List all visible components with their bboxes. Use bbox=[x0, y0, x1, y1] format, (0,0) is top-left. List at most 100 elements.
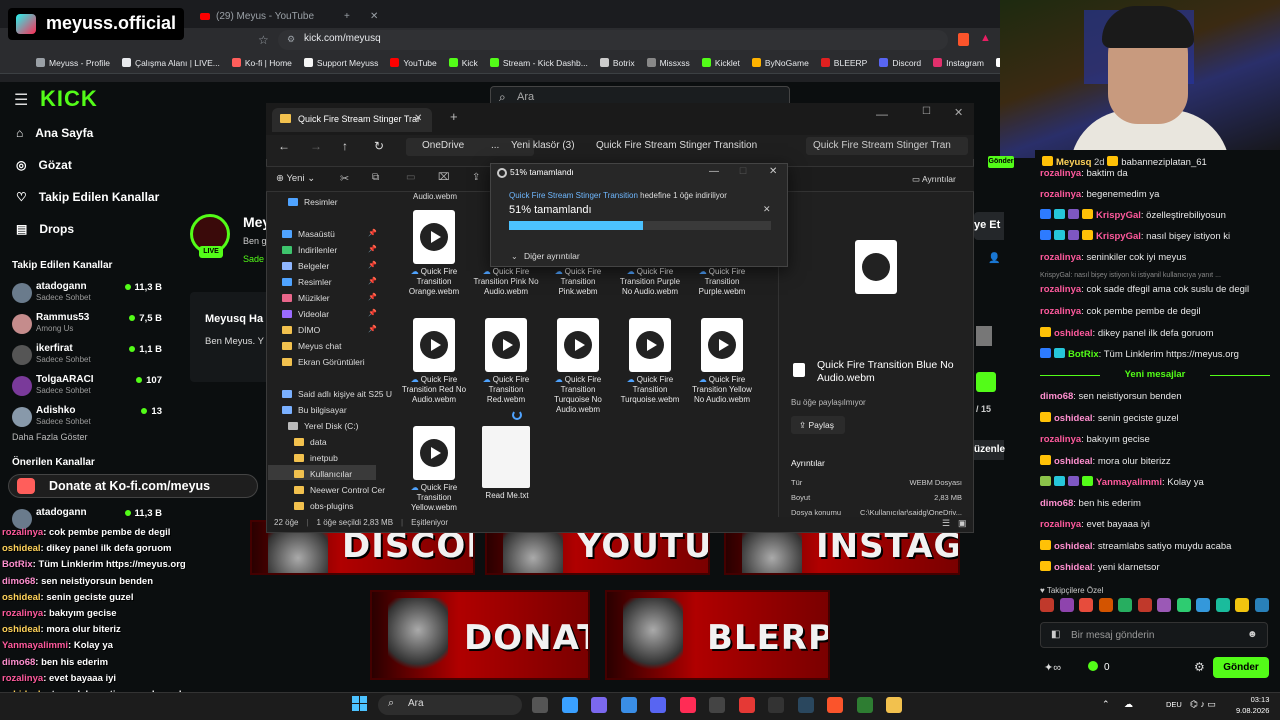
windows-start-icon[interactable] bbox=[352, 696, 368, 712]
taskbar-app-icon[interactable] bbox=[886, 697, 902, 713]
nav-home[interactable]: ⌂ Ana Sayfa bbox=[16, 126, 93, 140]
network-icon[interactable]: ⌬ ♪ ▭ bbox=[1190, 699, 1216, 710]
bookmark-item[interactable]: Meyuss - Profile bbox=[30, 58, 116, 68]
tree-item[interactable]: Ekran Görüntüleri bbox=[282, 357, 365, 367]
details-button[interactable]: ▭ Ayrıntılar bbox=[912, 174, 956, 185]
bookmark-item[interactable]: Support Meyuss bbox=[298, 58, 384, 68]
input-language[interactable]: DEU bbox=[1166, 700, 1182, 709]
chat-username[interactable]: oshideal bbox=[1054, 456, 1093, 467]
followed-channel[interactable]: Adishko Sadece Sohbet 13 bbox=[12, 405, 162, 433]
chat-username[interactable]: dimo68 bbox=[1040, 498, 1073, 509]
taskbar-app-icon[interactable] bbox=[797, 697, 814, 713]
chat-username[interactable]: Meyusq bbox=[1056, 157, 1091, 168]
emote-icon[interactable] bbox=[1098, 598, 1113, 612]
bookmark-item[interactable]: Ko-fi | Home bbox=[226, 58, 298, 68]
more-details-button[interactable]: Diğer ayrıntılar bbox=[512, 251, 580, 261]
bookmark-item[interactable]: Stream - Kick Dashb... bbox=[484, 58, 594, 68]
rename-icon[interactable]: ⌧ bbox=[438, 172, 450, 183]
bookmark-item[interactable]: BLEERP bbox=[815, 58, 874, 68]
chat-username[interactable]: rozalinya bbox=[1040, 168, 1081, 179]
pin-icon[interactable]: 📌 bbox=[368, 293, 377, 301]
clock[interactable]: 03:13 9.08.2026 bbox=[1236, 694, 1269, 716]
chat-username[interactable]: KrispyGal bbox=[1096, 210, 1141, 221]
chat-username[interactable]: babanneziplatan_61 bbox=[1121, 157, 1207, 168]
pin-icon[interactable]: 📌 bbox=[368, 277, 377, 285]
cancel-icon[interactable]: ✕ bbox=[763, 204, 771, 215]
followed-channel[interactable]: ikerfirat Sadece Sohbet 1,1 B bbox=[12, 343, 162, 371]
pin-icon[interactable]: 📌 bbox=[368, 261, 377, 269]
chat-username[interactable]: rozalinya bbox=[1040, 306, 1081, 317]
tree-item[interactable]: Said adlı kişiye ait S25 U bbox=[282, 389, 392, 399]
pin-icon[interactable]: 📌 bbox=[368, 229, 377, 237]
pin-icon[interactable]: 📌 bbox=[368, 245, 377, 253]
emote-icon[interactable] bbox=[1254, 598, 1269, 612]
nav-following[interactable]: ♡ Takip Edilen Kanallar bbox=[16, 190, 159, 204]
file-item[interactable]: ☁ Quick Fire Transition Red No Audio.webm bbox=[401, 318, 467, 405]
bookmark-item[interactable]: YouTube bbox=[384, 58, 442, 68]
file-item[interactable]: Read Me.txt bbox=[473, 426, 539, 501]
back-arrow-icon[interactable]: ← bbox=[278, 139, 290, 153]
bookmark-item[interactable]: Missxss bbox=[641, 58, 696, 68]
explorer-tab[interactable]: Quick Fire Stream Stinger Trar ✕ bbox=[272, 108, 432, 132]
file-item[interactable]: ☁ Quick Fire Transition Turquoise No Audi… bbox=[545, 318, 611, 415]
emote-icon[interactable] bbox=[1235, 598, 1249, 612]
chat-username[interactable]: oshideal bbox=[1054, 328, 1093, 339]
tree-item[interactable]: Müzikler bbox=[282, 293, 330, 303]
grid-view-icon[interactable]: ▣ bbox=[958, 518, 967, 529]
copy-icon[interactable]: ⧉ bbox=[372, 172, 379, 183]
emote-icon[interactable] bbox=[1157, 598, 1171, 612]
nav-drops[interactable]: ▤ Drops bbox=[16, 222, 74, 236]
emote-icon[interactable] bbox=[1059, 598, 1074, 612]
tree-item[interactable]: Masaüstü bbox=[282, 229, 335, 239]
send-button[interactable]: Gönder bbox=[1213, 657, 1269, 678]
emote-icon[interactable] bbox=[1196, 598, 1210, 612]
infinity-icon[interactable]: ✦∞ bbox=[1044, 661, 1061, 674]
chat-username[interactable]: BotRix bbox=[1068, 349, 1099, 360]
taskbar-app-icon[interactable] bbox=[561, 697, 578, 713]
bookmark-star-icon[interactable]: ☆ bbox=[258, 33, 269, 47]
chat-username[interactable]: Yanmayalimmi bbox=[1096, 477, 1162, 488]
taskbar-app-icon[interactable] bbox=[650, 697, 666, 713]
tree-item[interactable]: inetpub bbox=[294, 453, 338, 463]
tree-item[interactable]: Yerel Disk (C:) bbox=[288, 421, 358, 431]
kick-logo[interactable]: KICK bbox=[40, 86, 98, 112]
emoji-icon[interactable]: ☻ bbox=[1247, 629, 1258, 640]
points-display[interactable]: 0 bbox=[1088, 661, 1110, 673]
chat-username[interactable]: oshideal bbox=[1054, 541, 1093, 552]
share-button[interactable]: ⇪ Paylaş bbox=[791, 416, 845, 434]
paste-icon[interactable]: ▭ bbox=[406, 172, 415, 183]
followed-channel[interactable]: Rammus53 Among Us 7,5 B bbox=[12, 312, 162, 340]
taskbar-app-icon[interactable] bbox=[709, 697, 725, 713]
channel-category[interactable]: Sade bbox=[243, 254, 264, 264]
chat-send-tag[interactable]: Gönder bbox=[988, 156, 1014, 168]
chevron-up-icon[interactable]: ⌃ bbox=[1102, 699, 1110, 710]
file-item[interactable]: ☁ Quick Fire Transition Orange.webm bbox=[401, 210, 467, 297]
file-item[interactable]: ☁ Quick Fire Transition Yellow.webm bbox=[401, 426, 467, 513]
tree-item[interactable]: İndirilenler bbox=[282, 245, 337, 255]
minimize-button[interactable]: — bbox=[709, 166, 719, 177]
emote-icon[interactable] bbox=[1079, 598, 1093, 612]
bookmark-item[interactable]: ByNoGame bbox=[746, 58, 815, 68]
chat-username[interactable]: KrispyGal bbox=[1096, 231, 1141, 242]
nav-browse[interactable]: ◎ Gözat bbox=[16, 158, 72, 172]
chat-username[interactable]: rozalinya bbox=[1040, 434, 1081, 445]
followed-channel[interactable]: TolgaARACI Sadece Sohbet 107 bbox=[12, 374, 162, 402]
site-info-icon[interactable]: ⚙ bbox=[287, 34, 295, 45]
taskbar-app-icon[interactable] bbox=[679, 697, 696, 713]
close-icon[interactable]: ✕ bbox=[370, 11, 378, 22]
gift-icon[interactable] bbox=[976, 372, 996, 392]
chat-username[interactable]: rozalinya bbox=[1040, 252, 1081, 263]
followed-channel[interactable]: atadogann Sadece Sohbet 11,3 B bbox=[12, 281, 162, 309]
breadcrumb-current[interactable]: Quick Fire Stream Stinger Transition bbox=[596, 140, 757, 151]
taskbar-search[interactable]: ⌕ Ara bbox=[378, 695, 522, 715]
taskbar-app-icon[interactable] bbox=[532, 697, 548, 713]
bookmark-item[interactable]: Kick bbox=[443, 58, 484, 68]
bookmark-item[interactable]: Botrix bbox=[594, 58, 641, 68]
tree-item[interactable]: Belgeler bbox=[282, 261, 329, 271]
chat-username[interactable]: dimo68 bbox=[1040, 391, 1073, 402]
tree-item[interactable]: Neewer Control Cer bbox=[294, 485, 385, 495]
chat-input[interactable]: ◧ Bir mesaj gönderin ☻ bbox=[1040, 622, 1268, 648]
emote-icon[interactable] bbox=[1118, 598, 1132, 612]
tree-item[interactable]: Bu bilgisayar bbox=[282, 405, 347, 415]
file-item[interactable]: ☁ Quick Fire Transition Red.webm bbox=[473, 318, 539, 405]
